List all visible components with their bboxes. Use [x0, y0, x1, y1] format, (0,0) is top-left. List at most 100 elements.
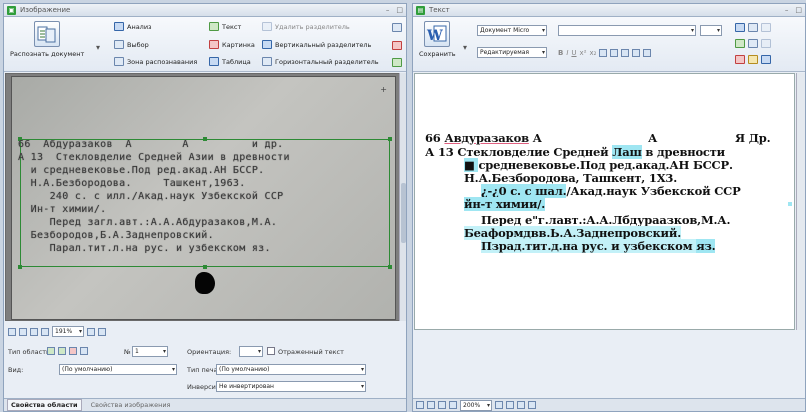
zoom-out-icon[interactable]	[449, 401, 457, 409]
image-zoom-select[interactable]: 191%	[52, 326, 84, 337]
undo-icon[interactable]	[748, 23, 758, 32]
save-label: Сохранить	[419, 50, 456, 58]
select-button[interactable]: Выбор	[114, 40, 149, 49]
text-fragment: Авдуразаков	[444, 131, 529, 145]
table-area-button[interactable]: Таблица	[209, 57, 251, 66]
image-vertical-scrollbar[interactable]	[399, 73, 406, 321]
bold-button[interactable]: B	[558, 49, 563, 57]
recognition-zone-button[interactable]: Зона распознавания	[114, 57, 197, 66]
analyze-button[interactable]: Анализ	[114, 22, 152, 31]
document-format-select[interactable]: Документ Micro	[477, 25, 547, 36]
delete-area-icon[interactable]	[392, 41, 402, 50]
area-type-barcode-icon[interactable]	[80, 347, 88, 355]
fit-width-icon[interactable]	[427, 401, 435, 409]
area-type-text-icon[interactable]	[47, 347, 55, 355]
save-dropdown-arrow[interactable]: ▾	[463, 43, 467, 52]
recognized-text-editor[interactable]: 66 Авдуразаков А А Я Др. А 13 Стекловдел…	[414, 73, 795, 330]
orientation-label: Ориентация:	[187, 348, 232, 356]
paste-icon[interactable]	[761, 55, 771, 64]
italic-button[interactable]: I	[566, 49, 568, 57]
align-left-icon[interactable]	[599, 49, 608, 57]
subscript-button[interactable]: x₂	[590, 49, 597, 57]
view-select[interactable]: (По умолчанию)	[59, 364, 177, 375]
image-viewer[interactable]: + 66 Абдуразаков А А и др. А 13 Стекловд…	[5, 73, 400, 321]
edit-tools-row-2	[735, 39, 771, 48]
image-pane-title: Изображение	[20, 6, 71, 14]
area-type-picture-icon[interactable]	[69, 347, 77, 355]
actual-size-icon[interactable]	[30, 327, 38, 336]
tab-image-properties[interactable]: Свойства изображения	[88, 400, 174, 410]
font-size-select[interactable]	[700, 25, 722, 36]
text-ribbon: W Сохранить ▾ Документ Micro Редактируем…	[413, 17, 805, 72]
format-mode-select[interactable]: Редактируемая	[477, 47, 547, 58]
picture-area-button[interactable]: Картинка	[209, 40, 255, 49]
text-line: ■ средневековье.Под ред.акад.АН БССР.	[464, 158, 733, 172]
image-ribbon: Распознать документ ▾ Анализ Выбор Зона …	[4, 17, 406, 72]
scan-line: Безбородов,Б.А.Заднепровский.	[18, 230, 214, 241]
zoom-in-icon[interactable]	[495, 401, 503, 409]
orientation-select[interactable]	[239, 346, 263, 357]
text-vertical-scrollbar[interactable]	[796, 73, 805, 330]
cut-icon[interactable]	[761, 23, 771, 32]
minimize-button[interactable]: –	[785, 6, 789, 14]
area-type-table-icon[interactable]	[58, 347, 66, 355]
spellcheck-icon[interactable]	[735, 39, 745, 48]
zone-handle-br[interactable]	[388, 265, 392, 269]
scroll-thumb[interactable]	[401, 183, 406, 243]
find-icon[interactable]	[735, 23, 745, 32]
show-marks-icon[interactable]	[517, 401, 525, 409]
recognize-dropdown-arrow[interactable]: ▾	[96, 43, 100, 52]
save-button[interactable]: W Сохранить	[419, 21, 456, 58]
zoom-out-icon[interactable]	[41, 327, 49, 336]
font-size-icon[interactable]	[506, 401, 514, 409]
verify-icon[interactable]	[735, 55, 745, 64]
inversion-select[interactable]: Не инвертирован	[216, 381, 366, 392]
highlight-icon[interactable]	[748, 55, 758, 64]
ribbon-tool-icon-3[interactable]	[392, 58, 402, 67]
zone-handle-bl[interactable]	[18, 265, 22, 269]
paragraph-icon[interactable]	[643, 49, 652, 57]
superscript-button[interactable]: x²	[580, 49, 587, 57]
text-fragment: /Акад.наук Узбекской ССР	[566, 184, 741, 198]
area-type-icons	[47, 347, 88, 355]
area-number-input[interactable]: 1	[132, 346, 168, 357]
zoom-in-icon[interactable]	[87, 327, 95, 336]
edit-tools-row-3	[735, 55, 771, 64]
fit-page-icon[interactable]	[416, 401, 424, 409]
text-area-button[interactable]: Текст	[209, 22, 241, 31]
vertical-divider-icon	[262, 40, 272, 49]
maximize-button[interactable]: □	[795, 6, 802, 14]
text-line: Н.А.Безбородова, Ташкент, 1Х3.	[464, 171, 677, 185]
text-fragment: Н.А.Безбородова, Ташкент, 1Х3.	[464, 171, 678, 185]
text-pane-title: Текст	[429, 6, 450, 14]
text-zoom-select[interactable]: 200%	[460, 399, 492, 411]
actual-size-icon[interactable]	[438, 401, 446, 409]
vertical-divider-button[interactable]: Вертикальный разделитель	[262, 40, 371, 49]
remove-dividers-button[interactable]: Удалить разделитель	[262, 22, 350, 31]
recognize-document-button[interactable]: Распознать документ	[10, 21, 84, 58]
justify-icon[interactable]	[632, 49, 641, 57]
redo-icon[interactable]	[748, 39, 758, 48]
inverted-text-checkbox[interactable]	[267, 347, 275, 355]
horizontal-divider-button[interactable]: Горизонтальный разделитель	[262, 57, 379, 66]
align-right-icon[interactable]	[621, 49, 630, 57]
tab-area-properties[interactable]: Свойства области	[7, 399, 82, 411]
zone-handle-tr[interactable]	[388, 137, 392, 141]
toggle-panel-icon[interactable]	[98, 327, 106, 336]
zone-handle-b[interactable]	[203, 265, 207, 269]
text-line: ¿-¿0 с. с шал./Акад.наук Узбекской ССР	[481, 184, 741, 198]
copy-icon[interactable]	[761, 39, 771, 48]
underline-button[interactable]: U	[571, 49, 576, 57]
minimize-button[interactable]: –	[386, 6, 390, 14]
fit-width-icon[interactable]	[19, 327, 27, 336]
cursor-icon	[114, 40, 124, 49]
scan-mark: +	[380, 85, 387, 94]
maximize-button[interactable]: □	[396, 6, 403, 14]
print-type-select[interactable]: (По умолчанию)	[216, 364, 366, 375]
align-center-icon[interactable]	[610, 49, 619, 57]
fit-page-icon[interactable]	[8, 327, 16, 336]
font-name-select[interactable]	[558, 25, 696, 36]
options-icon[interactable]	[528, 401, 536, 409]
text-status-bar: 200%	[413, 398, 805, 411]
ribbon-tool-icon-1[interactable]	[392, 23, 402, 32]
